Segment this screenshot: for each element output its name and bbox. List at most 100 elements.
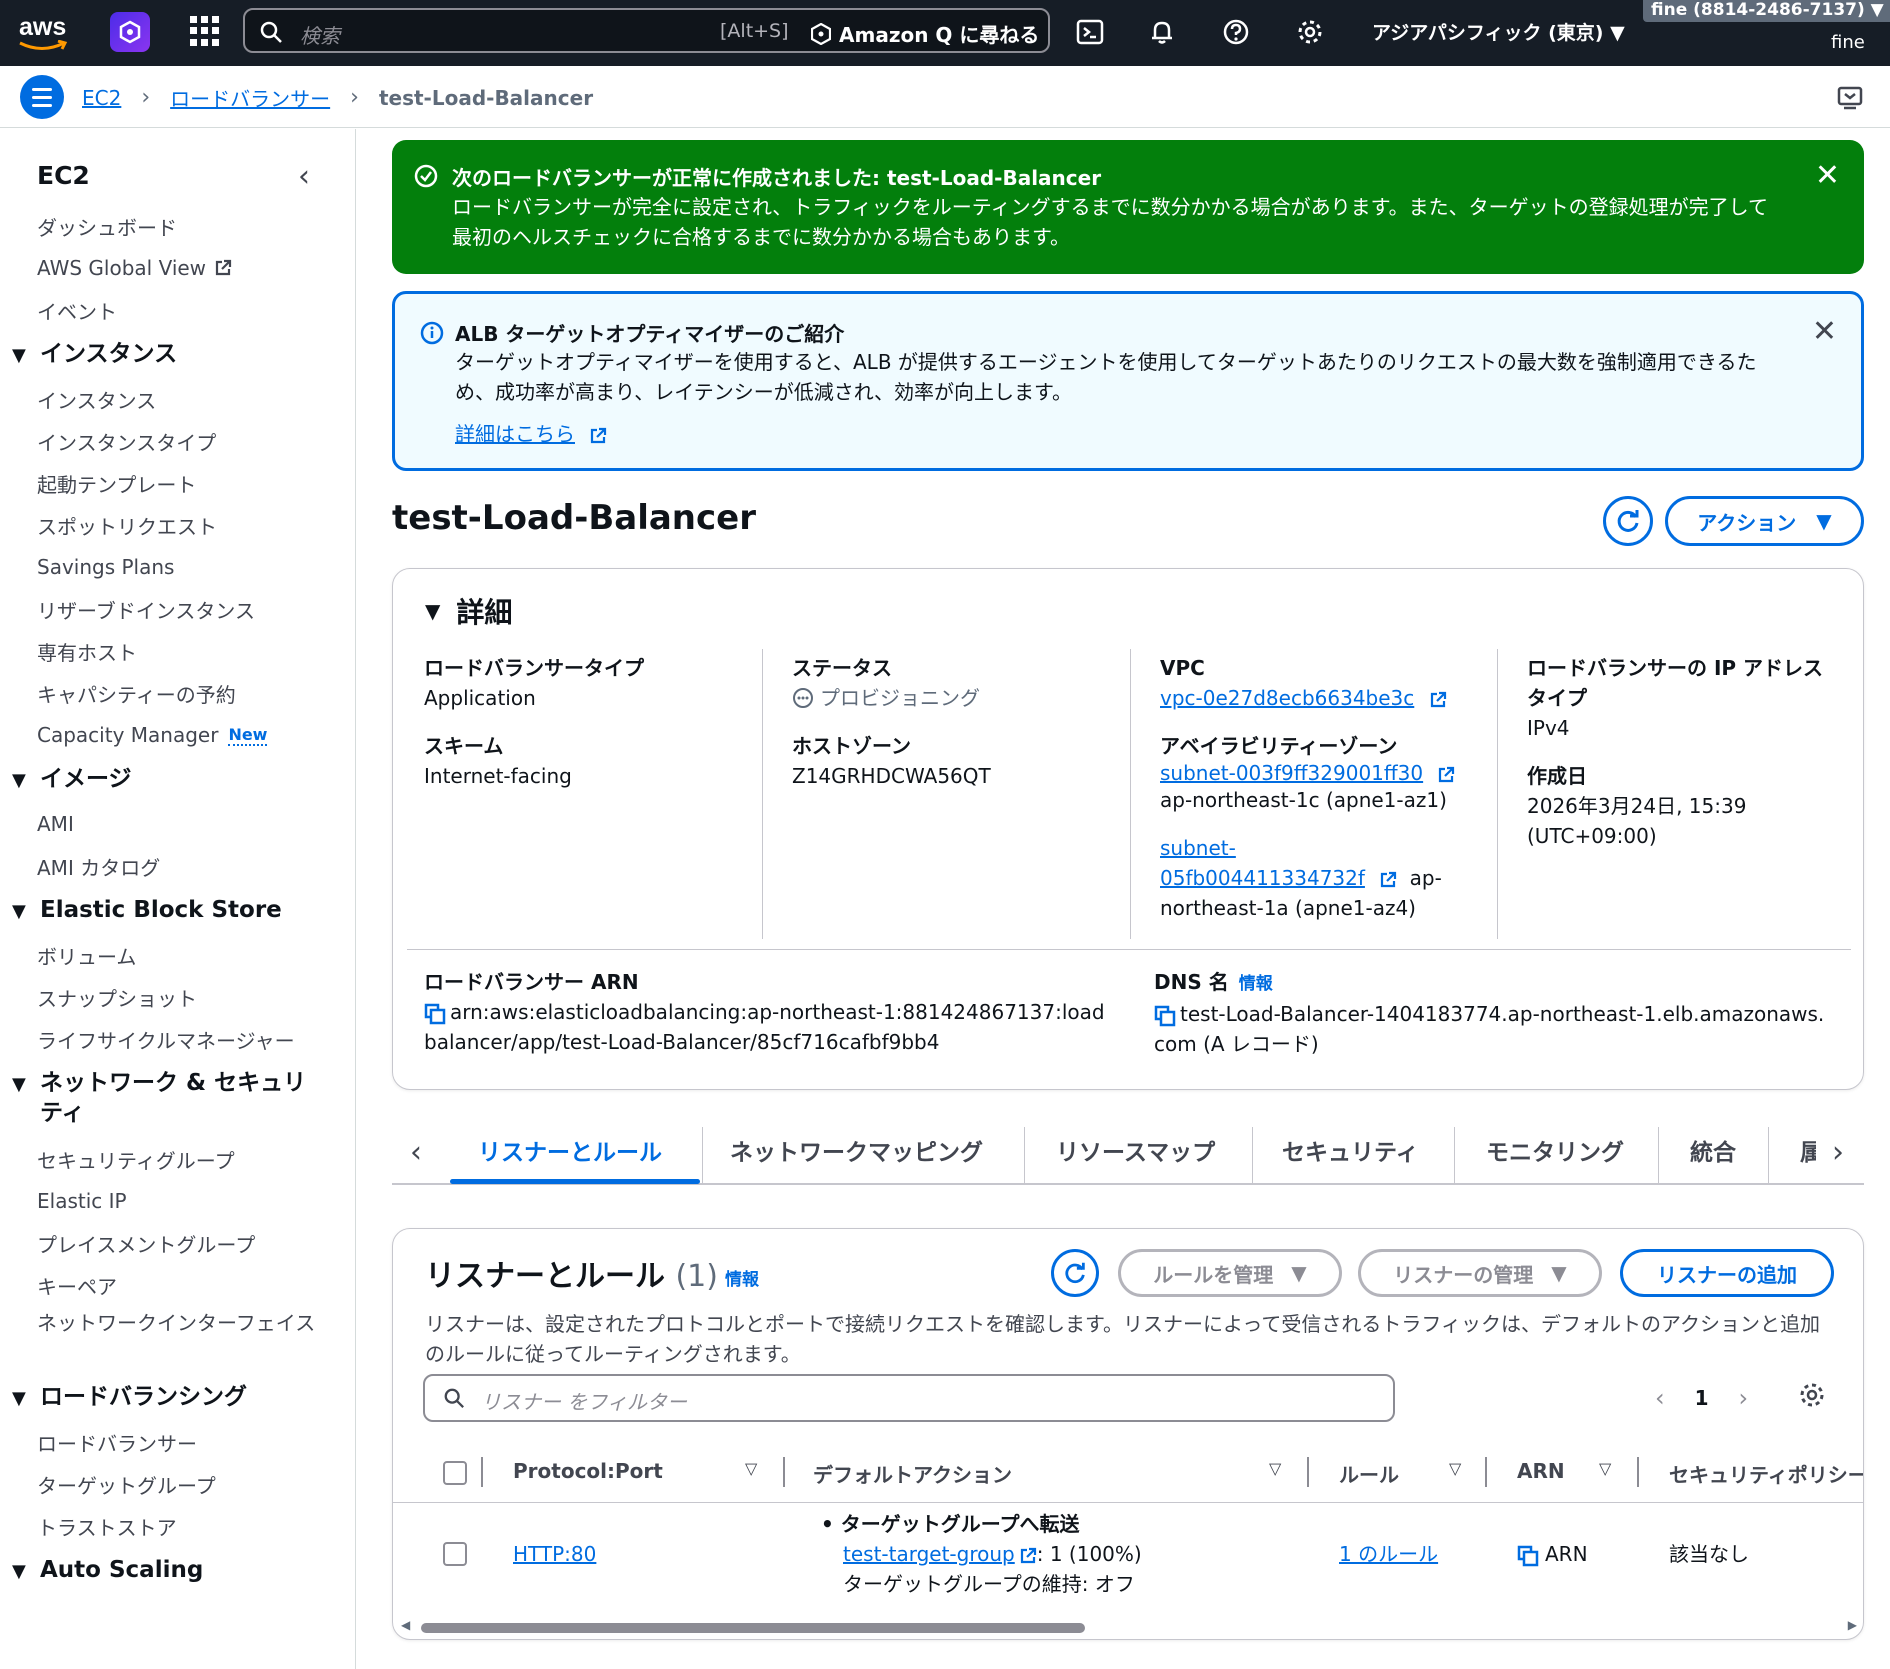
add-listener-button[interactable]: リスナーの追加 [1620,1249,1834,1297]
sidebar-item-launch-templates[interactable]: 起動テンプレート [0,462,356,504]
sidebar-item-trust-stores[interactable]: トラストストア [0,1505,356,1547]
aws-logo[interactable]: aws [16,10,76,56]
table-preferences-gear-icon[interactable] [1798,1381,1826,1414]
sidebar-item-ami[interactable]: AMI [0,803,356,845]
tabs-scroll-left-icon[interactable]: ‹ [410,1135,422,1170]
tab-listeners-rules[interactable]: リスナーとルール [478,1133,662,1175]
amazon-q-icon[interactable] [110,12,150,52]
global-search-input[interactable]: 検索 [Alt+S] Amazon Q に尋ねる [243,8,1050,53]
learn-more-link[interactable]: 詳細はこちら [455,418,607,447]
manage-listeners-button[interactable]: リスナーの管理 ▼ [1358,1249,1602,1297]
listeners-refresh-button[interactable] [1051,1249,1099,1297]
horizontal-scrollbar[interactable]: ◀ ▶ [401,1618,1857,1635]
sidebar-item-target-groups[interactable]: ターゲットグループ [0,1463,356,1505]
sidebar-section-instances[interactable]: ▼ インスタンス [0,331,356,378]
tab-resource-map[interactable]: リソースマップ [1056,1133,1215,1175]
next-page-icon[interactable]: › [1739,1384,1749,1412]
previous-page-icon[interactable]: ‹ [1655,1384,1665,1412]
sidebar-item-spot-requests[interactable]: スポットリクエスト [0,504,356,546]
sidebar-item-elastic-ip[interactable]: Elastic IP [0,1180,356,1222]
sidebar-item-placement-groups[interactable]: プレイスメントグループ [0,1222,356,1264]
account-menu[interactable]: fine (8814-2486-7137) ▼ [1643,0,1890,22]
sort-icon[interactable]: ▽ [1599,1459,1611,1478]
rules-link[interactable]: 1 のルール [1339,1539,1438,1569]
refresh-button[interactable] [1603,496,1653,546]
az1-subnet-link[interactable]: subnet-003f9ff329001ff30 [1160,761,1460,785]
sidebar-item-load-balancers[interactable]: ロードバランサー [0,1421,356,1463]
sidebar-item-key-pairs[interactable]: キーペア [0,1264,356,1306]
info-icon [420,321,444,345]
sidebar-item-capacity-manager[interactable]: Capacity Manager New [0,714,356,756]
breadcrumb-ec2[interactable]: EC2 [82,86,121,110]
sidebar-section-network-security[interactable]: ▼ ネットワーク & セキュリティ [0,1060,356,1138]
sidebar-item-snapshots[interactable]: スナップショット [0,976,356,1018]
copy-icon[interactable] [424,1003,446,1025]
notifications-bell-icon[interactable] [1146,16,1178,48]
page-number[interactable]: 1 [1695,1386,1709,1410]
tab-monitoring[interactable]: モニタリング [1486,1133,1624,1175]
target-group-link[interactable]: test-target-group [843,1542,1015,1566]
col-security-policy[interactable]: セキュリティポリシー [1669,1459,1863,1488]
sidebar-section-auto-scaling[interactable]: ▼ Auto Scaling [0,1547,356,1594]
external-link-icon[interactable] [1019,1547,1037,1565]
sidebar-item-savings-plans[interactable]: Savings Plans [0,546,356,588]
close-success-icon[interactable]: ✕ [1815,158,1840,193]
help-icon[interactable] [1220,16,1252,48]
sidebar-item-security-groups[interactable]: セキュリティグループ [0,1138,356,1180]
services-grid-icon[interactable] [190,16,220,46]
az2-subnet-id-part2[interactable]: 05fb004411334732f [1160,866,1365,890]
tab-attributes[interactable]: 属 [1800,1133,1816,1175]
sidebar-item-ami-catalog[interactable]: AMI カタログ [0,845,356,887]
sidebar-item-dashboard[interactable]: ダッシュボード [0,205,356,247]
manage-rules-button[interactable]: ルールを管理 ▼ [1118,1249,1342,1297]
account-user[interactable]: fine [1831,32,1865,53]
col-rules[interactable]: ルール [1339,1459,1399,1488]
listener-arn[interactable]: ARN [1517,1539,1588,1569]
scrollbar-thumb[interactable] [421,1623,1085,1633]
sidebar-item-reserved-instances[interactable]: リザーブドインスタンス [0,588,356,630]
dns-info-link[interactable]: 情報 [1239,974,1273,994]
sidebar-section-images[interactable]: ▼ イメージ [0,756,356,803]
col-arn[interactable]: ARN [1517,1459,1565,1483]
ask-amazon-q-button[interactable]: Amazon Q に尋ねる [811,19,1039,48]
sidebar-item-capacity-reservations[interactable]: キャパシティーの予約 [0,672,356,714]
col-default-action[interactable]: デフォルトアクション [813,1459,1012,1488]
sidebar-item-instance-types[interactable]: インスタンスタイプ [0,420,356,462]
breadcrumb-load-balancers[interactable]: ロードバランサー [170,83,330,112]
sort-icon[interactable]: ▽ [745,1459,757,1478]
sidebar-item-events[interactable]: イベント [0,289,356,331]
protocol-port-link[interactable]: HTTP:80 [513,1539,596,1569]
region-selector[interactable]: アジアパシフィック (東京) ▼ [1372,18,1625,45]
row-checkbox[interactable] [443,1542,467,1566]
navigation-menu-button[interactable] [20,75,64,119]
cloudshell-icon[interactable] [1074,16,1106,48]
sort-icon[interactable]: ▽ [1269,1459,1281,1478]
settings-gear-icon[interactable] [1294,16,1326,48]
sidebar-item-global-view[interactable]: AWS Global View [0,247,356,289]
copy-icon[interactable] [1154,1005,1176,1027]
sidebar-item-lifecycle-manager[interactable]: ライフサイクルマネージャー [0,1018,356,1060]
sidebar-section-ebs[interactable]: ▼ Elastic Block Store [0,887,356,934]
sidebar-item-instances[interactable]: インスタンス [0,378,356,420]
close-info-icon[interactable]: ✕ [1812,314,1837,349]
vpc-link[interactable]: vpc-0e27d8ecb6634be3c [1160,683,1460,713]
tab-security[interactable]: セキュリティ [1282,1133,1419,1175]
sidebar-item-dedicated-hosts[interactable]: 専有ホスト [0,630,356,672]
collapse-sidebar-icon[interactable]: ‹ [298,159,310,194]
select-all-checkbox[interactable] [443,1461,467,1485]
tabs-scroll-right-icon[interactable]: › [1832,1135,1844,1170]
sidebar-item-volumes[interactable]: ボリューム [0,934,356,976]
external-link-icon[interactable] [1379,871,1397,889]
listeners-info-link[interactable]: 情報 [725,1265,759,1290]
sort-icon[interactable]: ▽ [1449,1459,1461,1478]
col-protocol-port[interactable]: Protocol:Port [513,1459,663,1483]
actions-button[interactable]: アクション ▼ [1665,496,1864,546]
sidebar-item-network-interfaces[interactable]: ネットワークインターフェイス [0,1306,320,1374]
listener-filter-input[interactable]: リスナー をフィルター [423,1374,1395,1422]
sidebar-section-load-balancing[interactable]: ▼ ロードバランシング [0,1374,356,1421]
details-section-header[interactable]: ▼ 詳細 [425,591,512,631]
tab-integrations[interactable]: 統合 [1690,1133,1736,1175]
az2-subnet-id-part1[interactable]: subnet- [1160,836,1236,860]
help-panel-icon[interactable] [1836,84,1864,117]
tab-network-mapping[interactable]: ネットワークマッピング [730,1133,983,1175]
